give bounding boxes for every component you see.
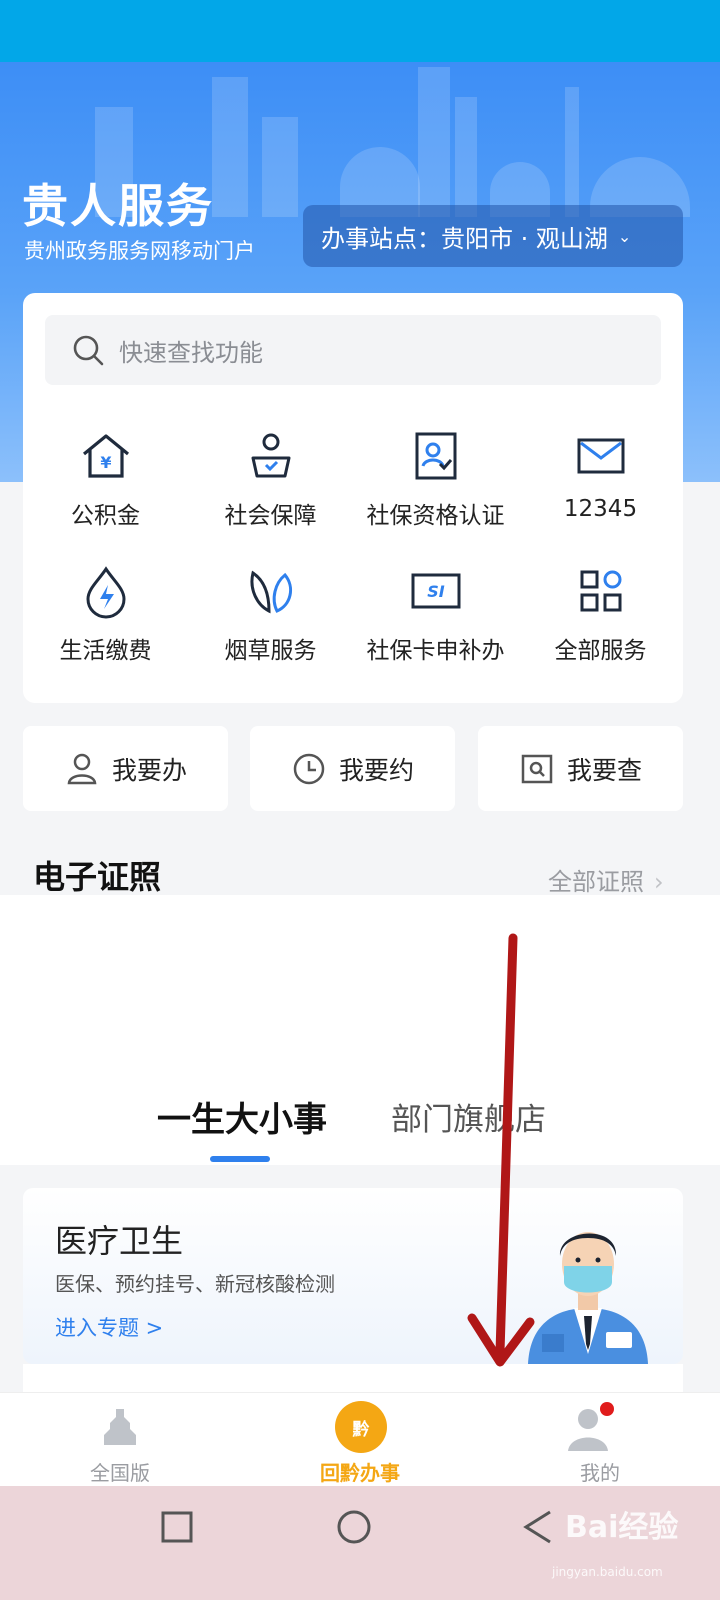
enter-topic-link[interactable]: 进入专题 > — [55, 1312, 163, 1342]
service-si-card[interactable]: SI 社保卡申补办 — [353, 563, 518, 665]
content-continuation — [23, 1364, 683, 1394]
chevron-down-icon: ⌄ — [617, 226, 632, 246]
active-tab-indicator — [210, 1156, 270, 1162]
recent-apps-icon[interactable] — [160, 1510, 194, 1544]
home-circle-icon[interactable] — [335, 1508, 373, 1546]
quick-action-handle[interactable]: 我要办 — [23, 726, 228, 811]
qualification-verify-icon — [415, 432, 456, 480]
mail-icon — [577, 438, 624, 474]
service-qualification[interactable]: 社保资格认证 — [353, 428, 518, 530]
service-utility-payment[interactable]: 生活缴费 — [23, 563, 188, 665]
svg-text:¥: ¥ — [100, 453, 111, 472]
site-selector-label: 办事站点：贵阳市 · 观山湖 — [321, 224, 608, 253]
all-certificates-link[interactable]: 全部证照 › — [548, 862, 664, 897]
back-triangle-icon[interactable] — [520, 1508, 554, 1546]
si-card-icon: SI — [411, 573, 460, 609]
certificates-area — [0, 895, 720, 1165]
chevron-right-icon: › — [654, 868, 664, 896]
service-label: 社会保障 — [224, 503, 317, 529]
tobacco-leaf-icon — [250, 570, 292, 614]
service-social-security[interactable]: 社会保障 — [188, 428, 353, 530]
nav-qian-services[interactable]: 黔 回黔办事 — [240, 1393, 480, 1487]
notification-dot — [600, 1402, 614, 1416]
app-subtitle: 贵州政务服务网移动门户 — [24, 239, 255, 263]
person-icon — [67, 753, 97, 784]
quick-action-label: 我要查 — [566, 755, 642, 785]
service-tobacco[interactable]: 烟草服务 — [188, 563, 353, 665]
nav-label: 全国版 — [90, 1461, 150, 1485]
watermark-logo: Bai经验 — [565, 1510, 679, 1545]
search-placeholder: 快速查找功能 — [119, 338, 263, 367]
service-housing-fund[interactable]: ¥ 公积金 — [23, 428, 188, 530]
service-label: 烟草服务 — [224, 638, 317, 664]
service-card: 快速查找功能 ¥ 公积金 社会保障 社保资格认证 12345 生活缴费 烟草服务… — [23, 293, 683, 703]
all-certificates-label: 全部证照 — [548, 868, 644, 896]
service-label: 全部服务 — [554, 638, 647, 664]
app-title: 贵人服务 — [22, 179, 214, 233]
social-security-icon — [251, 433, 290, 478]
doctor-illustration — [528, 1232, 648, 1364]
tab-department-stores[interactable]: 部门旗舰店 — [391, 1094, 546, 1139]
service-label: 公积金 — [71, 503, 140, 529]
clock-icon — [293, 753, 325, 784]
topic-card-medical[interactable]: 医疗卫生 医保、预约挂号、新冠核酸检测 进入专题 > — [23, 1188, 683, 1364]
status-bar — [0, 0, 720, 62]
svg-text:SI: SI — [427, 582, 445, 601]
qian-logo-icon: 黔 — [335, 1401, 387, 1453]
quick-action-appointment[interactable]: 我要约 — [250, 726, 455, 811]
quick-action-label: 我要办 — [111, 755, 187, 785]
tab-life-events[interactable]: 一生大小事 — [157, 1092, 327, 1141]
quick-action-query[interactable]: 我要查 — [478, 726, 683, 811]
nav-label: 回黔办事 — [320, 1461, 400, 1485]
site-selector-button[interactable]: 办事站点：贵阳市 · 观山湖 ⌄ — [303, 205, 683, 267]
service-label: 生活缴费 — [59, 638, 152, 664]
nav-label: 我的 — [580, 1461, 620, 1485]
national-icon — [104, 1409, 136, 1445]
quick-action-label: 我要约 — [338, 755, 414, 785]
service-all[interactable]: 全部服务 — [518, 563, 683, 665]
service-12345[interactable]: 12345 — [518, 428, 683, 522]
certificates-title: 电子证照 — [33, 858, 162, 896]
nav-national[interactable]: 全国版 — [0, 1393, 240, 1487]
topic-title: 医疗卫生 — [55, 1222, 184, 1260]
service-label: 社保卡申补办 — [366, 638, 505, 664]
search-icon — [73, 335, 104, 366]
search-input[interactable]: 快速查找功能 — [45, 315, 661, 385]
search-doc-icon — [521, 754, 553, 783]
service-label: 12345 — [563, 496, 638, 522]
watermark-url: jingyan.baidu.com — [552, 1565, 663, 1579]
grid-apps-icon — [580, 570, 621, 612]
housing-fund-icon: ¥ — [82, 434, 129, 478]
topic-description: 医保、预约挂号、新冠核酸检测 — [55, 1272, 335, 1296]
utility-payment-icon — [85, 566, 126, 619]
service-label: 社保资格认证 — [366, 503, 505, 529]
